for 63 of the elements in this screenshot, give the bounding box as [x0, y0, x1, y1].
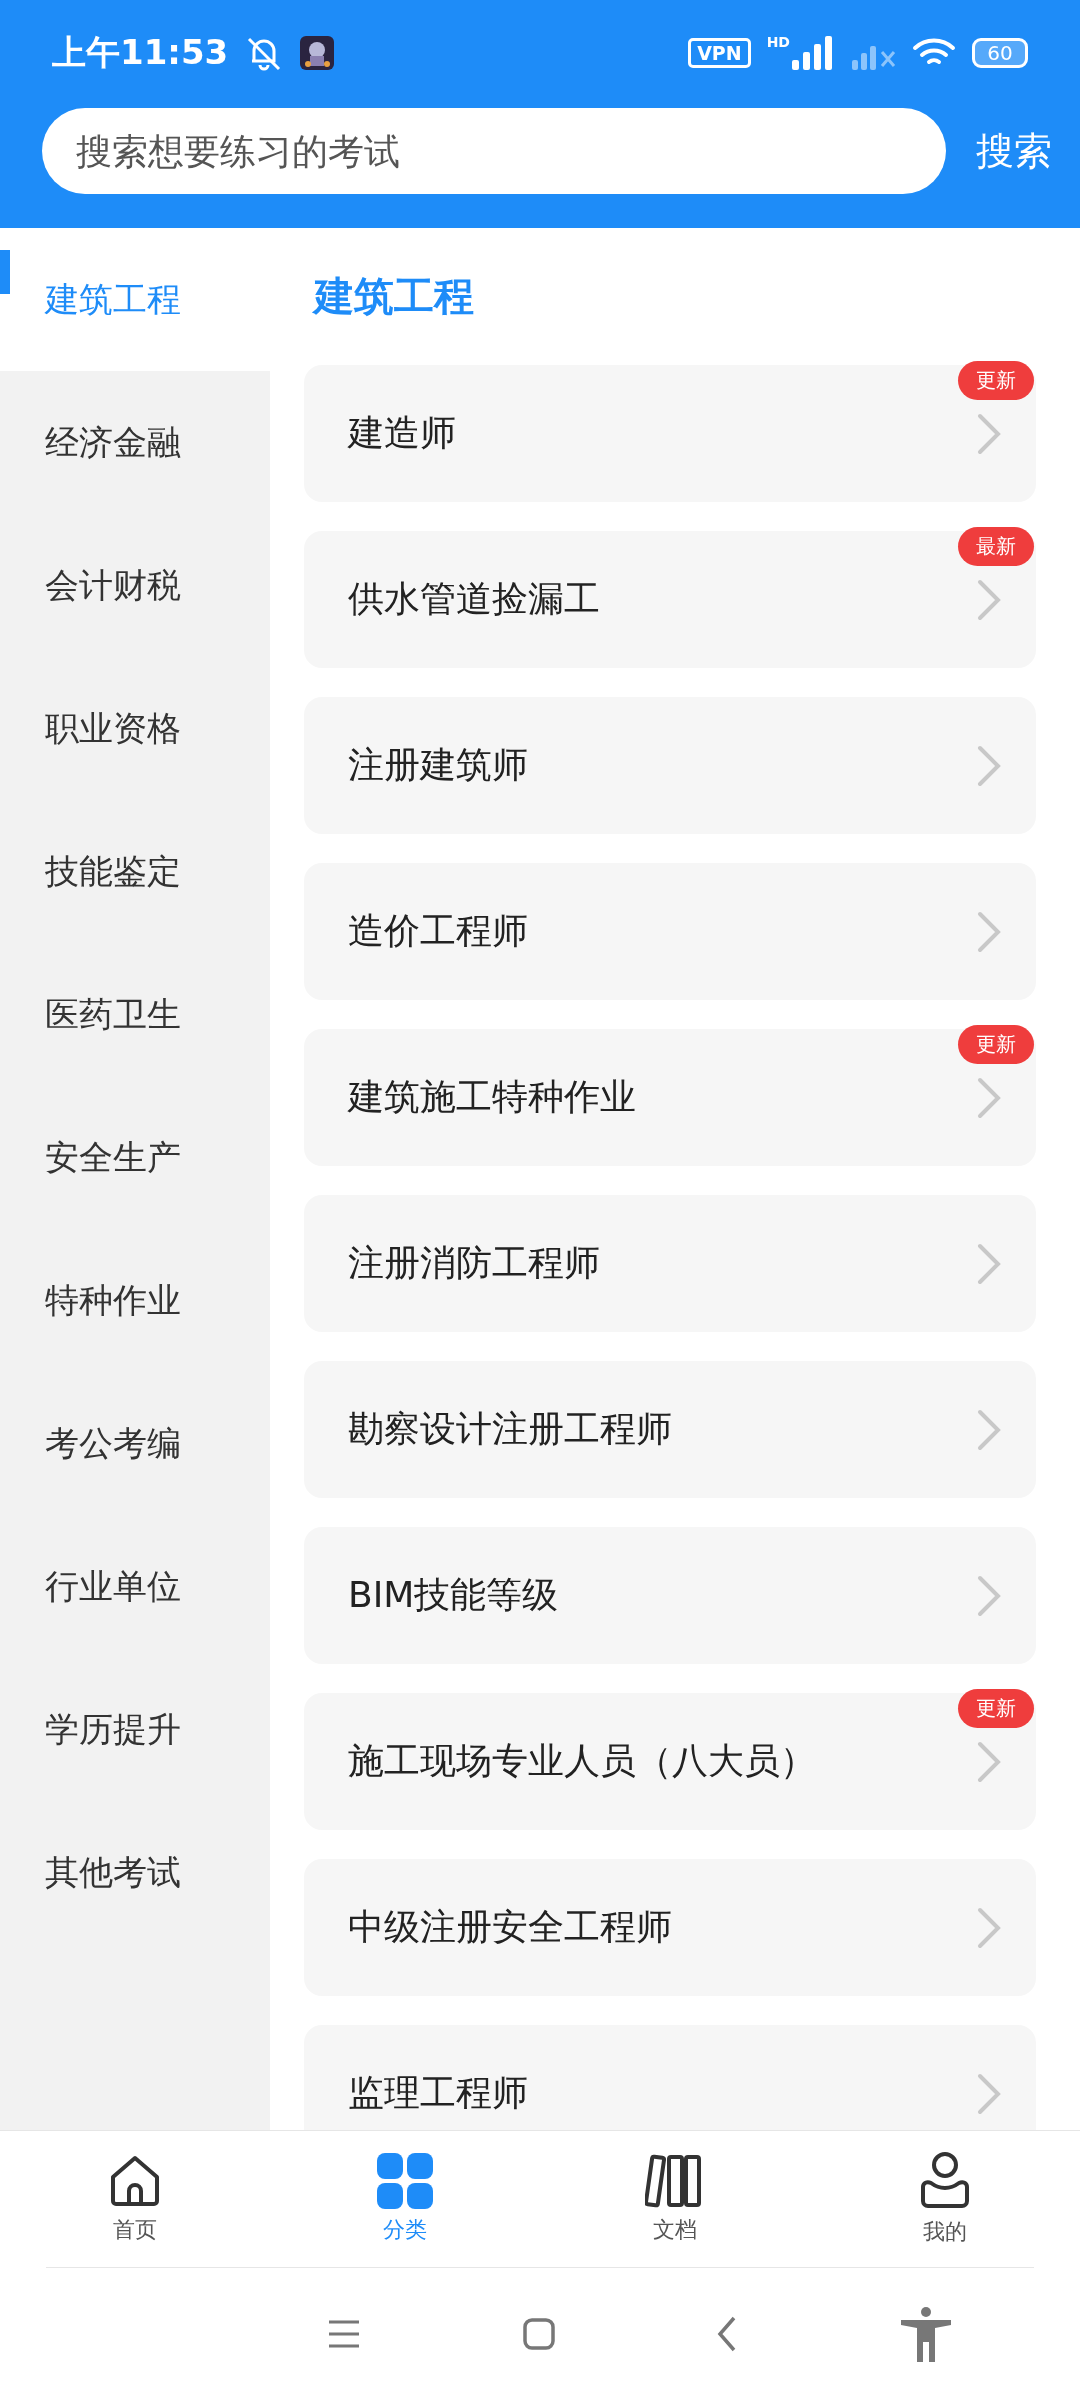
exam-name: 造价工程师	[348, 909, 529, 953]
update-tag: 更新	[958, 361, 1034, 400]
hd-label: HD	[766, 34, 790, 50]
exam-name: 建筑施工特种作业	[348, 1075, 637, 1119]
exam-card[interactable]: 监理工程师	[304, 2025, 1036, 2130]
category-item[interactable]: 会计财税	[0, 514, 270, 657]
chevron-right-icon	[976, 1407, 1002, 1452]
category-item[interactable]: 其他考试	[0, 1801, 270, 1944]
category-item[interactable]: 经济金融	[0, 371, 270, 514]
exam-name: BIM技能等级	[348, 1573, 560, 1617]
chevron-right-icon	[976, 743, 1002, 788]
nav-tab[interactable]: 文档	[540, 2131, 810, 2267]
battery-indicator: 60	[972, 38, 1028, 68]
exam-card[interactable]: 注册建筑师	[304, 697, 1036, 834]
exam-name: 中级注册安全工程师	[348, 1905, 673, 1949]
chevron-right-icon	[976, 1573, 1002, 1618]
chevron-right-icon	[976, 577, 1002, 622]
exam-name: 建造师	[348, 411, 457, 455]
category-item[interactable]: 行业单位	[0, 1515, 270, 1658]
search-field[interactable]: 搜索想要练习的考试	[42, 108, 946, 194]
square-icon[interactable]	[523, 2318, 555, 2350]
exam-name: 监理工程师	[348, 2071, 529, 2115]
chevron-right-icon	[976, 411, 1002, 456]
update-tag: 最新	[958, 527, 1034, 566]
nav-label: 文档	[653, 2216, 697, 2244]
exam-card[interactable]: 造价工程师	[304, 863, 1036, 1000]
nav-label: 首页	[113, 2216, 157, 2244]
category-item[interactable]: 学历提升	[0, 1658, 270, 1801]
exam-name: 注册建筑师	[348, 743, 529, 787]
nav-label: 我的	[923, 2218, 967, 2246]
chevron-right-icon	[976, 1739, 1002, 1784]
menu-icon[interactable]	[327, 2319, 361, 2349]
category-item[interactable]: 职业资格	[0, 657, 270, 800]
exam-name: 供水管道捡漏工	[348, 577, 601, 621]
chevron-right-icon	[976, 1241, 1002, 1286]
nav-tab[interactable]: 首页	[0, 2131, 270, 2267]
grid-icon	[377, 2153, 433, 2209]
category-item[interactable]: 技能鉴定	[0, 800, 270, 943]
chevron-right-icon	[976, 909, 1002, 954]
exam-card[interactable]: BIM技能等级	[304, 1527, 1036, 1664]
accessibility-icon[interactable]	[899, 2306, 953, 2362]
update-tag: 更新	[958, 1689, 1034, 1728]
chevron-right-icon	[976, 1905, 1002, 1950]
category-item[interactable]: 安全生产	[0, 1086, 270, 1229]
exam-card[interactable]: 勘察设计注册工程师	[304, 1361, 1036, 1498]
vpn-indicator: VPN	[688, 38, 751, 68]
section-title: 建筑工程	[311, 272, 475, 321]
category-item[interactable]: 考公考编	[0, 1372, 270, 1515]
category-item[interactable]: 特种作业	[0, 1229, 270, 1372]
exam-name: 施工现场专业人员（八大员）	[348, 1739, 817, 1783]
exam-name: 勘察设计注册工程师	[348, 1407, 673, 1451]
exam-card[interactable]: 注册消防工程师	[304, 1195, 1036, 1332]
exam-card[interactable]: 中级注册安全工程师	[304, 1859, 1036, 1996]
exam-name: 注册消防工程师	[348, 1241, 601, 1285]
nav-tab[interactable]: 我的	[810, 2131, 1080, 2267]
back-icon[interactable]	[717, 2316, 737, 2352]
nav-label: 分类	[383, 2216, 427, 2244]
category-item[interactable]: 医药卫生	[0, 943, 270, 1086]
selection-bar	[0, 250, 10, 294]
update-tag: 更新	[958, 1025, 1034, 1064]
chevron-right-icon	[976, 2071, 1002, 2116]
chevron-right-icon	[976, 1075, 1002, 1120]
clock: 上午11:53	[52, 31, 229, 74]
